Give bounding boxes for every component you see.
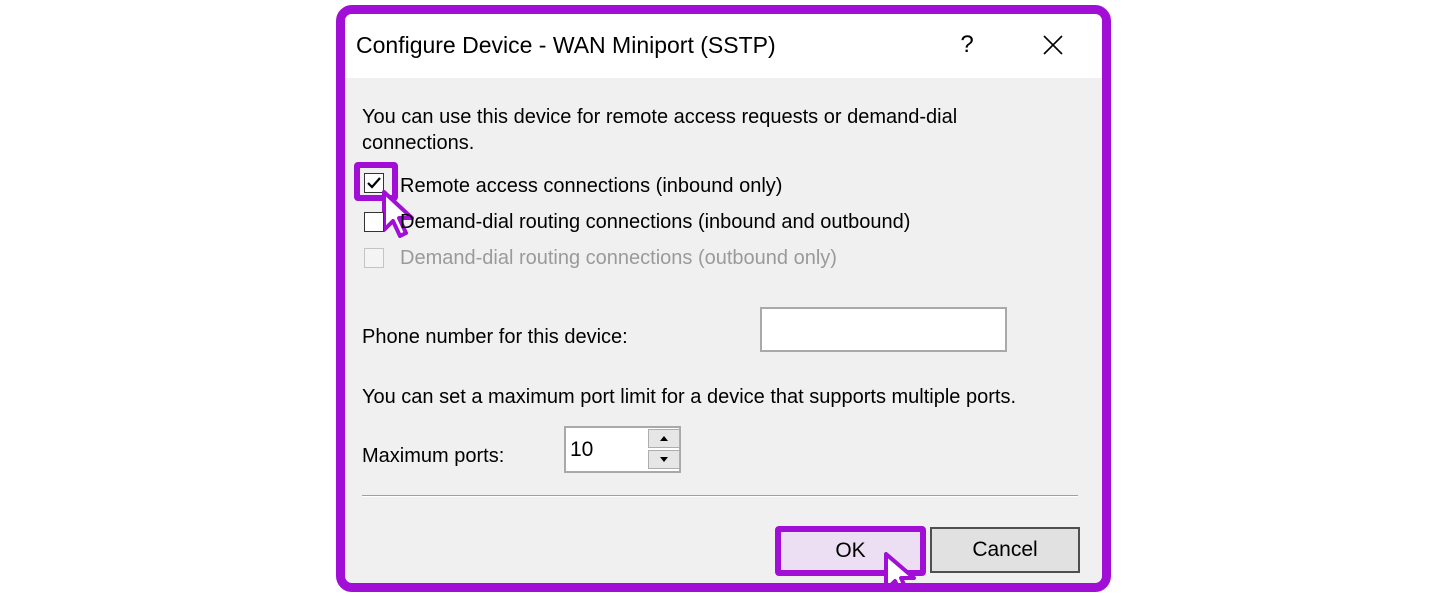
demand-dial-inout-checkbox[interactable] bbox=[364, 212, 384, 232]
dialog-title: Configure Device - WAN Miniport (SSTP) bbox=[356, 32, 776, 58]
demand-dial-inout-label: Demand-dial routing connections (inbound… bbox=[400, 211, 911, 233]
cancel-button[interactable]: Cancel bbox=[930, 527, 1080, 573]
arrow-up-icon bbox=[660, 436, 668, 441]
dialog-window: Configure Device - WAN Miniport (SSTP) ?… bbox=[336, 5, 1111, 592]
demand-dial-out-checkbox bbox=[364, 248, 384, 268]
mouse-pointer-icon bbox=[884, 552, 916, 583]
spin-up-button[interactable] bbox=[648, 429, 680, 448]
remote-access-label: Remote access connections (inbound only) bbox=[400, 175, 783, 197]
checkmark-icon bbox=[367, 177, 381, 189]
max-ports-spinner[interactable]: 10 bbox=[564, 426, 681, 473]
phone-label: Phone number for this device: bbox=[362, 326, 628, 348]
help-button[interactable]: ? bbox=[945, 24, 989, 66]
arrow-down-icon bbox=[660, 457, 668, 462]
intro-text: You can use this device for remote acces… bbox=[362, 106, 958, 154]
title-bar: Configure Device - WAN Miniport (SSTP) ? bbox=[345, 14, 1102, 78]
close-icon bbox=[1043, 35, 1063, 55]
ports-info-text: You can set a maximum port limit for a d… bbox=[362, 386, 1016, 408]
dialog-content: You can use this device for remote acces… bbox=[345, 78, 1102, 583]
separator bbox=[362, 495, 1078, 497]
spin-down-button[interactable] bbox=[648, 450, 680, 469]
demand-dial-out-label: Demand-dial routing connections (outboun… bbox=[400, 247, 837, 269]
max-ports-label: Maximum ports: bbox=[362, 445, 505, 467]
phone-number-input[interactable] bbox=[760, 307, 1007, 352]
close-button[interactable] bbox=[1031, 24, 1075, 66]
max-ports-value[interactable]: 10 bbox=[570, 438, 593, 462]
